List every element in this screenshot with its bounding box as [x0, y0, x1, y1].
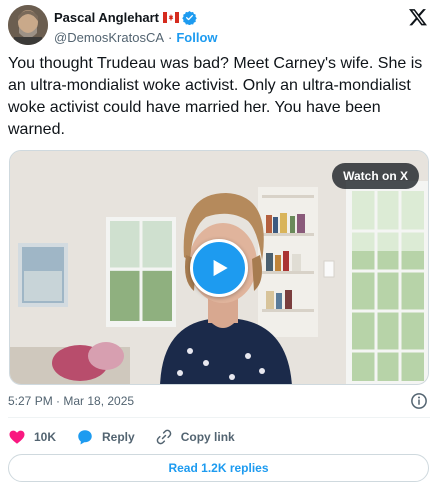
video-player[interactable]: Watch on X: [9, 150, 429, 385]
canada-flag-icon: [163, 11, 180, 23]
info-icon[interactable]: [410, 392, 428, 415]
like-count: 10K: [34, 430, 57, 444]
play-icon: [213, 259, 228, 277]
play-button[interactable]: [190, 239, 248, 297]
x-logo-icon[interactable]: [408, 7, 428, 27]
timestamp[interactable]: 5:27 PM · Mar 18, 2025: [8, 394, 134, 408]
watch-on-x-button[interactable]: Watch on X: [332, 163, 419, 189]
follow-button[interactable]: Follow: [176, 30, 217, 45]
author-info: Pascal Anglehart @DemosKratosCA · Follow: [54, 8, 218, 47]
divider: [8, 417, 430, 418]
heart-icon: [9, 430, 25, 444]
verified-badge-icon: [182, 10, 197, 25]
reply-bubble-icon: [78, 430, 92, 445]
tweet-card: Pascal Anglehart @DemosKratosCA · Follow…: [0, 0, 438, 483]
copy-link-button[interactable]: Copy link: [155, 428, 235, 446]
tweet-text: You thought Trudeau was bad? Meet Carney…: [8, 55, 423, 138]
author-handle[interactable]: @DemosKratosCA: [54, 30, 164, 45]
like-button[interactable]: 10K: [8, 428, 56, 446]
avatar[interactable]: [8, 5, 48, 45]
copy-link-label: Copy link: [180, 430, 235, 444]
reply-label: Reply: [102, 430, 135, 444]
tweet-meta: 5:27 PM · Mar 18, 2025: [8, 392, 430, 412]
reply-button[interactable]: Reply: [76, 428, 135, 446]
read-replies-button[interactable]: Read 1.2K replies: [8, 454, 429, 482]
tweet-header: Pascal Anglehart @DemosKratosCA · Follow: [8, 5, 430, 47]
link-icon: [156, 429, 172, 445]
action-bar: 10K Reply Copy link: [8, 426, 255, 448]
author-display-name[interactable]: Pascal Anglehart: [54, 10, 159, 25]
separator-dot: ·: [168, 29, 173, 45]
